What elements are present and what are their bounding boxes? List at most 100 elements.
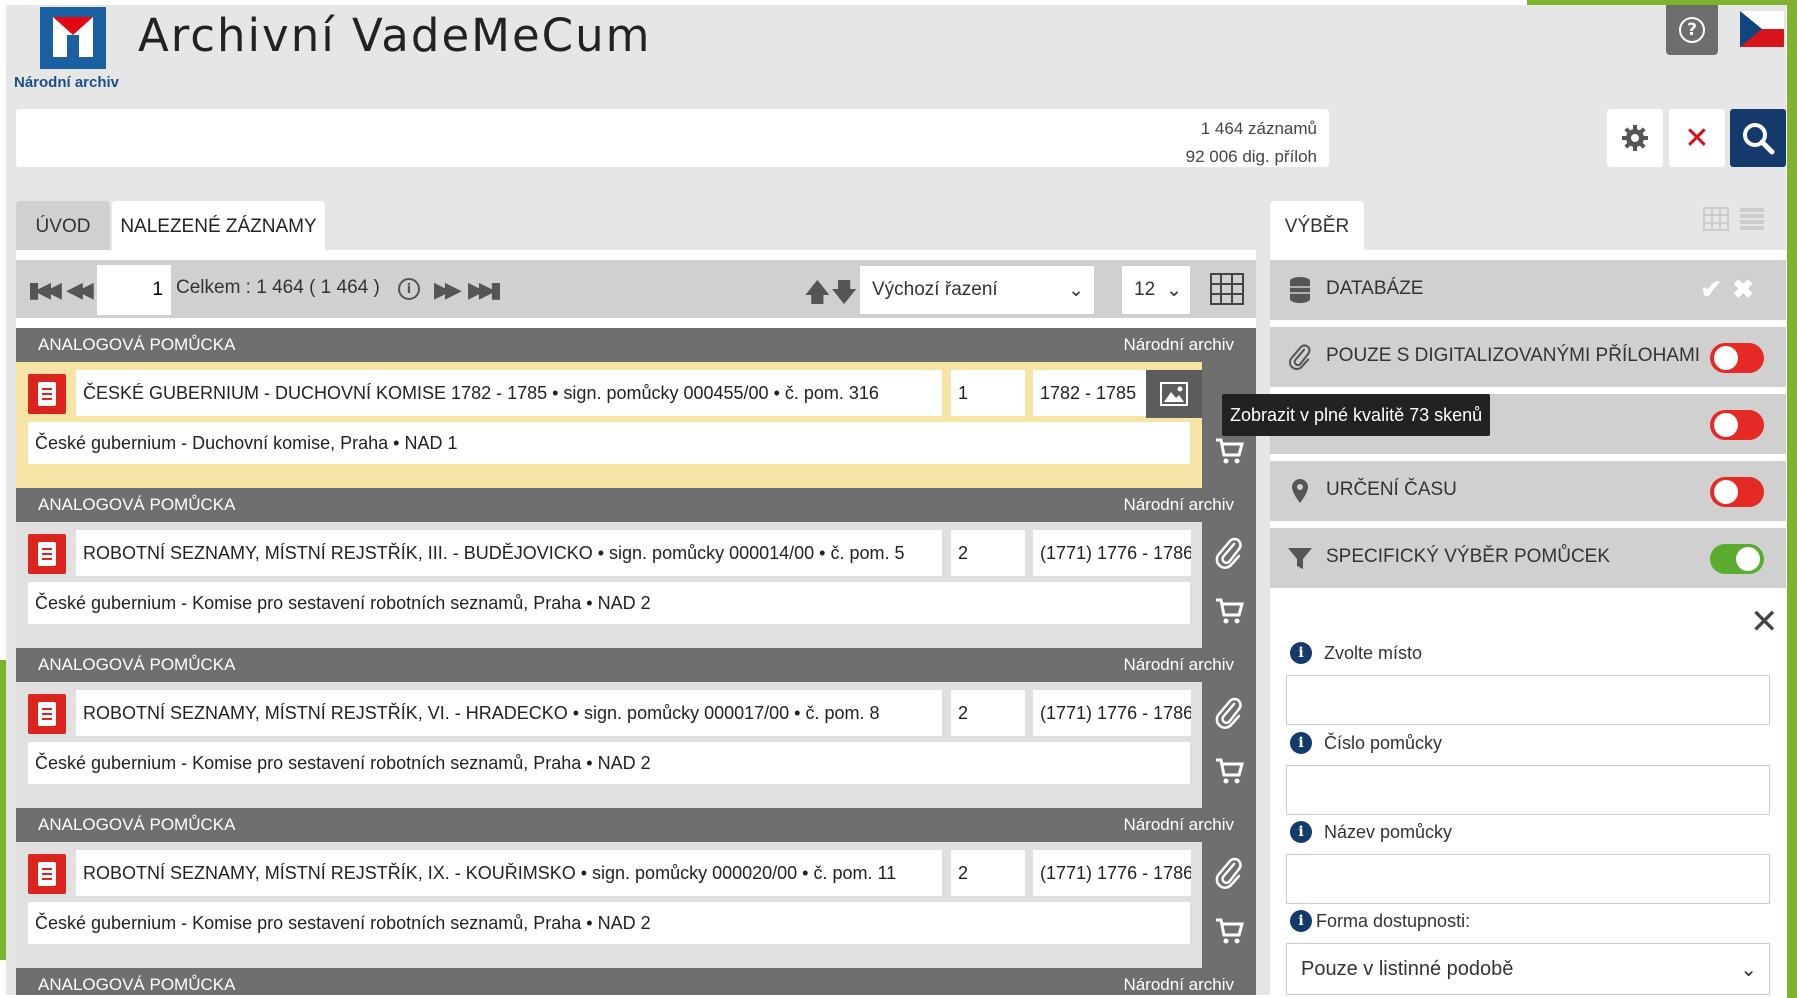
record-title[interactable]: ČESKÉ GUBERNIUM - DUCHOVNÍ KOMISE 1782 -… xyxy=(76,370,942,416)
last-page-icon[interactable]: ▶▶▮ xyxy=(468,276,502,304)
record-archive: Národní archiv xyxy=(1123,655,1234,674)
per-page-value: 12 xyxy=(1134,279,1156,300)
app-window: Národní archiv Archivní VadeMeCum ? 1 46… xyxy=(6,5,1786,995)
record-row[interactable]: ROBOTNÍ SEZNAMY, MÍSTNÍ REJSTŘÍK, III. -… xyxy=(16,522,1256,648)
first-page-icon[interactable]: ▮◀◀ xyxy=(28,276,62,304)
sort-select[interactable]: Výchozí řazení ⌄ xyxy=(859,265,1095,315)
cart-icon[interactable] xyxy=(1214,756,1244,786)
record-number: 2 xyxy=(951,850,1025,896)
per-page-select[interactable]: 12 ⌄ xyxy=(1121,265,1191,315)
toggle-switch[interactable] xyxy=(1710,343,1764,373)
record-title[interactable]: ROBOTNÍ SEZNAMY, MÍSTNÍ REJSTŘÍK, III. -… xyxy=(76,530,942,576)
database-icon xyxy=(1290,277,1310,303)
filter-time[interactable]: URČENÍ ČASU xyxy=(1270,461,1786,521)
record-actions xyxy=(1202,682,1256,808)
sort-select-value: Výchozí řazení xyxy=(872,279,998,300)
page-number-input[interactable] xyxy=(97,265,171,315)
toggle-switch[interactable] xyxy=(1710,410,1764,440)
aid-number-label: i Číslo pomůcky xyxy=(1290,732,1442,754)
record-row[interactable]: ČESKÉ GUBERNIUM - DUCHOVNÍ KOMISE 1782 -… xyxy=(16,362,1256,488)
search-input[interactable] xyxy=(16,109,1166,167)
record-type: ANALOGOVÁ POMŮCKA xyxy=(38,815,236,834)
decorative-left-stripe xyxy=(0,660,6,960)
show-scans-button[interactable] xyxy=(1146,370,1202,418)
info-icon[interactable]: i xyxy=(1290,821,1312,843)
table-view-icon[interactable] xyxy=(1210,273,1244,305)
tab-nalezene-zaznamy[interactable]: NALEZENÉ ZÁZNAMY xyxy=(112,201,325,253)
cart-icon[interactable] xyxy=(1214,596,1244,626)
scans-tooltip: Zobrazit v plné kvalitě 73 skenů xyxy=(1222,394,1491,436)
clear-search-button[interactable]: ✕ xyxy=(1669,109,1725,167)
prev-page-icon[interactable]: ◀◀ xyxy=(66,276,94,304)
tab-uvod[interactable]: ÚVOD xyxy=(16,201,110,253)
info-icon[interactable]: i xyxy=(1290,642,1312,664)
record-type: ANALOGOVÁ POMŮCKA xyxy=(38,335,236,354)
close-icon[interactable]: ✕ xyxy=(1750,602,1779,642)
info-icon[interactable]: i xyxy=(398,278,420,300)
record-subtitle[interactable]: České gubernium - Komise pro sestavení r… xyxy=(28,902,1190,944)
filter-specific-aids[interactable]: SPECIFICKÝ VÝBĚR POMŮCEK xyxy=(1270,528,1786,588)
search-counts: 1 464 záznamů 92 006 dig. příloh xyxy=(1186,115,1317,171)
record-type: ANALOGOVÁ POMŮCKA xyxy=(38,495,236,514)
record-subtitle[interactable]: České gubernium - Duchovní komise, Praha… xyxy=(28,422,1190,464)
record-row[interactable]: ROBOTNÍ SEZNAMY, MÍSTNÍ REJSTŘÍK, IX. - … xyxy=(16,842,1256,968)
record-date: (1771) 1776 - 1786 xyxy=(1033,690,1191,736)
availability-label: i Forma dostupnosti: xyxy=(1290,910,1470,932)
help-button[interactable]: ? xyxy=(1666,5,1718,55)
paperclip-icon[interactable] xyxy=(1214,696,1244,730)
place-input[interactable] xyxy=(1286,675,1770,725)
grid-view-icon[interactable] xyxy=(1703,207,1729,231)
record-row[interactable]: ROBOTNÍ SEZNAMY, MÍSTNÍ REJSTŘÍK, VI. - … xyxy=(16,682,1256,808)
tab-vyber[interactable]: VÝBĚR xyxy=(1270,201,1364,253)
chevron-down-icon: ⌄ xyxy=(1166,279,1182,301)
map-pin-icon xyxy=(1292,479,1308,503)
records-count: 1 464 záznamů xyxy=(1200,119,1317,138)
toggle-switch[interactable] xyxy=(1710,477,1764,507)
attachments-count: 92 006 dig. příloh xyxy=(1185,147,1317,166)
paperclip-icon[interactable] xyxy=(1214,536,1244,570)
filter-icon xyxy=(1288,548,1312,569)
availability-select[interactable]: Pouze v listinné podobě ⌄ xyxy=(1286,943,1770,995)
filter-label: URČENÍ ČASU xyxy=(1326,479,1457,500)
filter-label: POUZE S DIGITALIZOVANÝMI PŘÍLOHAMI xyxy=(1326,345,1701,366)
filter-digital-attachments[interactable]: POUZE S DIGITALIZOVANÝMI PŘÍLOHAMI xyxy=(1270,327,1786,387)
clipboard-icon xyxy=(28,694,66,734)
cart-icon[interactable] xyxy=(1214,436,1244,466)
search-settings-button[interactable] xyxy=(1607,109,1663,167)
toggle-switch[interactable] xyxy=(1710,544,1764,574)
aid-number-input[interactable] xyxy=(1286,765,1770,815)
next-page-icon[interactable]: ▶▶ xyxy=(434,276,462,304)
results-panel: ▮◀◀ ◀◀ Celkem : 1 464 ( 1 464 ) i ▶▶ ▶▶▮… xyxy=(16,250,1256,995)
image-icon xyxy=(1160,382,1188,406)
close-icon: ✕ xyxy=(1684,120,1710,156)
record-archive: Národní archiv xyxy=(1123,975,1234,994)
record-subtitle[interactable]: České gubernium - Komise pro sestavení r… xyxy=(28,742,1190,784)
record-subtitle[interactable]: České gubernium - Komise pro sestavení r… xyxy=(28,582,1190,624)
paperclip-icon xyxy=(1289,344,1311,371)
filter-databaze[interactable]: DATABÁZE ✔✖ xyxy=(1270,260,1786,320)
info-icon[interactable]: i xyxy=(1290,732,1312,754)
close-icon[interactable]: ✖ xyxy=(1732,274,1764,304)
narodni-archiv-logo[interactable]: Národní archiv xyxy=(14,7,134,95)
search-button[interactable] xyxy=(1730,109,1786,167)
paperclip-icon[interactable] xyxy=(1214,856,1244,890)
czech-flag-icon[interactable] xyxy=(1740,11,1784,47)
record-header: ANALOGOVÁ POMŮCKA Národní archiv xyxy=(16,968,1256,995)
sort-direction-icon[interactable]: 🡅🡇 xyxy=(804,274,857,318)
clipboard-icon xyxy=(28,854,66,894)
record-number: 1 xyxy=(951,370,1025,416)
record-title[interactable]: ROBOTNÍ SEZNAMY, MÍSTNÍ REJSTŘÍK, IX. - … xyxy=(76,850,942,896)
availability-label-text: Forma dostupnosti: xyxy=(1316,910,1471,931)
record-header: ANALOGOVÁ POMŮCKA Národní archiv xyxy=(16,808,1256,842)
record-title[interactable]: ROBOTNÍ SEZNAMY, MÍSTNÍ REJSTŘÍK, VI. - … xyxy=(76,690,942,736)
record-number: 2 xyxy=(951,530,1025,576)
cart-icon[interactable] xyxy=(1214,916,1244,946)
info-icon[interactable]: i xyxy=(1290,910,1312,932)
record-archive: Národní archiv xyxy=(1123,335,1234,354)
list-view-icon[interactable] xyxy=(1739,207,1765,231)
search-icon xyxy=(1743,123,1775,155)
check-icon[interactable]: ✔ xyxy=(1700,274,1732,304)
record-actions xyxy=(1202,522,1256,648)
database-actions: ✔✖ xyxy=(1700,274,1764,305)
aid-name-input[interactable] xyxy=(1286,854,1770,904)
